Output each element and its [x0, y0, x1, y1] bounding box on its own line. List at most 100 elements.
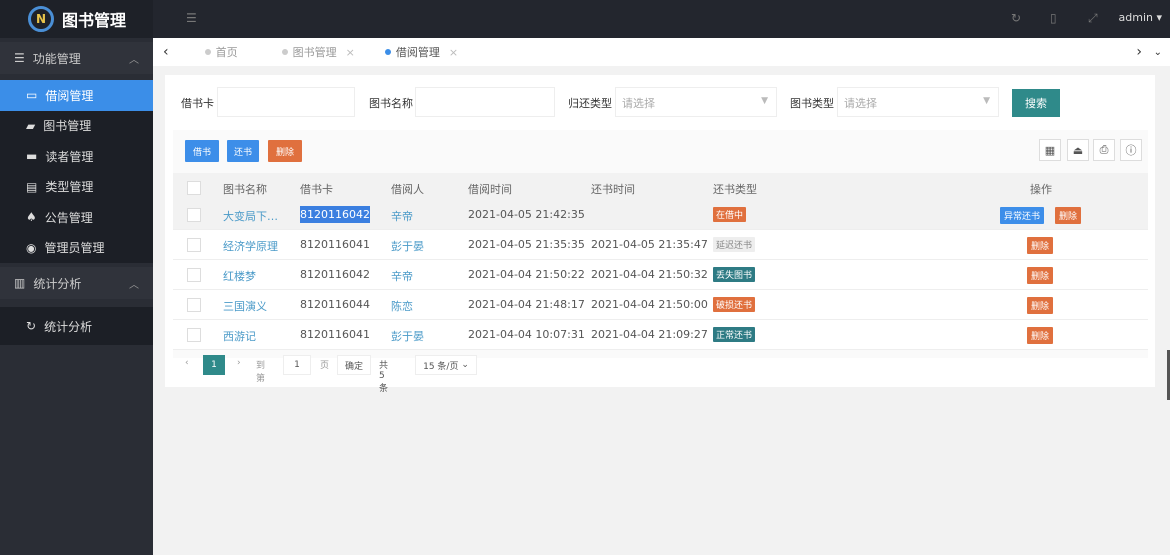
row-delete-button[interactable]: 删除: [1027, 327, 1054, 344]
select-all-checkbox[interactable]: [187, 181, 201, 195]
info-icon[interactable]: ⓘ: [1120, 139, 1142, 161]
sidebar-item[interactable]: ◉ 管理员管理: [0, 232, 153, 263]
refresh-icon[interactable]: ↻: [1011, 11, 1021, 25]
borrow-time: 2021-04-04 21:48:17: [468, 298, 585, 311]
book-name-link[interactable]: 三国演义: [223, 298, 267, 314]
sidebar-item[interactable]: ▰ 图书管理: [0, 110, 153, 141]
goto-confirm-button[interactable]: 确定: [337, 355, 371, 375]
tab-bar: ‹ 首页 图书管理 × 借阅管理 × › ⌄: [153, 38, 1170, 66]
columns-icon[interactable]: ▦: [1039, 139, 1061, 161]
menu-toggle-icon[interactable]: ☰: [186, 11, 197, 25]
tab[interactable]: 借阅管理 ×: [384, 44, 458, 60]
fullscreen-icon[interactable]: ⤢: [1088, 11, 1098, 26]
book-name-link[interactable]: 红楼梦: [223, 268, 256, 284]
return-type-select[interactable]: 请选择 ▼: [615, 87, 777, 117]
chevron-up-icon: ︿: [129, 54, 139, 66]
export-icon[interactable]: ⏏: [1067, 139, 1089, 161]
card-number: 8120116042: [300, 268, 370, 281]
return-type-badge: 在借中: [713, 207, 747, 222]
close-icon[interactable]: ×: [346, 46, 355, 59]
row-delete-button[interactable]: 删除: [1027, 237, 1054, 254]
return-button[interactable]: 还书: [227, 140, 259, 162]
row-checkbox[interactable]: [187, 208, 201, 222]
tab-menu-icon[interactable]: ⌄: [1154, 47, 1162, 58]
return-type-badge: 正常还书: [713, 327, 756, 342]
column-header: 还书时间: [591, 183, 635, 196]
reader-link[interactable]: 辛帝: [391, 208, 413, 224]
return-time: 2021-04-04 21:50:32: [591, 268, 708, 281]
borrow-button[interactable]: 借书: [185, 140, 219, 162]
book-name-link[interactable]: 经济学原理: [223, 238, 278, 254]
reader-link[interactable]: 辛帝: [391, 268, 413, 284]
sidebar-item[interactable]: ▬ 读者管理: [0, 141, 153, 172]
table-row: 大变局下… 8120116042 辛帝 2021-04-05 21:42:35 …: [173, 200, 1148, 230]
row-checkbox[interactable]: [187, 328, 201, 342]
sidebar-item[interactable]: ▭ 借阅管理: [0, 80, 153, 111]
group-label: 统计分析: [33, 276, 82, 291]
search-button[interactable]: 搜索: [1012, 89, 1060, 117]
close-icon[interactable]: ×: [449, 46, 458, 59]
book-name-input[interactable]: [415, 87, 555, 117]
column-header: 借阅时间: [468, 183, 512, 196]
column-header: 借阅人: [391, 183, 424, 196]
tab-next-icon[interactable]: ›: [1136, 44, 1142, 60]
table-header: 图书名称 借书卡 借阅人 借阅时间 还书时间 还书类型 操作: [173, 173, 1148, 203]
card-input[interactable]: [217, 87, 355, 117]
tab-label: 图书管理: [292, 46, 337, 59]
reader-link[interactable]: 彭于晏: [391, 328, 424, 344]
sidebar-group[interactable]: ☰ 功能管理 ︿: [0, 42, 153, 74]
menu-item-icon: ▬: [26, 149, 38, 164]
sidebar-item-label: 类型管理: [45, 180, 94, 195]
book-name-link[interactable]: 大变局下…: [223, 208, 278, 224]
page-unit: 页: [320, 361, 330, 371]
return-time: 2021-04-04 21:09:27: [591, 328, 708, 341]
row-checkbox[interactable]: [187, 298, 201, 312]
goto-input[interactable]: 1: [283, 355, 311, 375]
reader-link[interactable]: 彭于晏: [391, 238, 424, 254]
column-header: 借书卡: [300, 183, 333, 196]
sidebar-item[interactable]: ♠ 公告管理: [0, 202, 153, 233]
menu-item-icon: ▤: [26, 179, 38, 194]
return-time: 2021-04-05 21:35:47: [591, 238, 708, 251]
book-type-select[interactable]: 请选择 ▼: [837, 87, 999, 117]
row-delete-button[interactable]: 删除: [1055, 207, 1082, 224]
tab[interactable]: 图书管理 ×: [281, 44, 355, 60]
column-header: 图书名称: [223, 183, 267, 196]
sidebar-item[interactable]: ↻ 统计分析: [0, 307, 153, 345]
card-number: 8120116044: [300, 298, 370, 311]
tab-dot-icon: [281, 49, 288, 55]
chevron-down-icon: ▼: [761, 96, 768, 106]
row-delete-button[interactable]: 删除: [1027, 297, 1054, 314]
reader-link[interactable]: 陈恋: [391, 298, 413, 314]
user-menu[interactable]: admin ▾: [1119, 11, 1163, 24]
menu-item-icon: ♠: [26, 210, 37, 225]
app-title: 图书管理: [62, 11, 127, 30]
search-form: 借书卡 图书名称 归还类型 请选择 ▼ 图书类型 请选择 ▼ 搜索: [165, 87, 1155, 117]
menu-item-icon: ▭: [26, 88, 38, 103]
row-delete-button[interactable]: 删除: [1027, 267, 1054, 284]
tab[interactable]: 首页: [204, 44, 238, 60]
sidebar-group[interactable]: ▥ 统计分析 ︿: [0, 267, 153, 299]
page-size-select[interactable]: 15 条/页 ⌄: [415, 355, 477, 375]
row-checkbox[interactable]: [187, 268, 201, 282]
lock-icon[interactable]: ▯: [1050, 11, 1057, 25]
card-number: 8120116041: [300, 328, 370, 341]
print-icon[interactable]: ⎙: [1093, 139, 1115, 161]
row-checkbox[interactable]: [187, 238, 201, 252]
sidebar-item-label: 管理员管理: [44, 241, 105, 256]
column-header: 操作: [1030, 183, 1052, 196]
menu-item-icon: ◉: [26, 240, 37, 255]
delete-button[interactable]: 删除: [268, 140, 302, 162]
prev-page-icon[interactable]: ‹: [185, 358, 189, 368]
sidebar-item-label: 借阅管理: [45, 88, 94, 103]
logo: N 图书管理: [0, 0, 153, 38]
group-label: 功能管理: [32, 51, 81, 66]
sidebar-item[interactable]: ▤ 类型管理: [0, 171, 153, 202]
next-page-icon[interactable]: ›: [237, 358, 241, 368]
book-name-link[interactable]: 西游记: [223, 328, 256, 344]
abnormal-return-button[interactable]: 异常还书: [1000, 207, 1045, 224]
page-1[interactable]: 1: [203, 355, 225, 375]
menu-item-icon: ▰: [26, 118, 36, 133]
card-label: 借书卡: [181, 97, 214, 110]
return-time: 2021-04-04 21:50:00: [591, 298, 708, 311]
